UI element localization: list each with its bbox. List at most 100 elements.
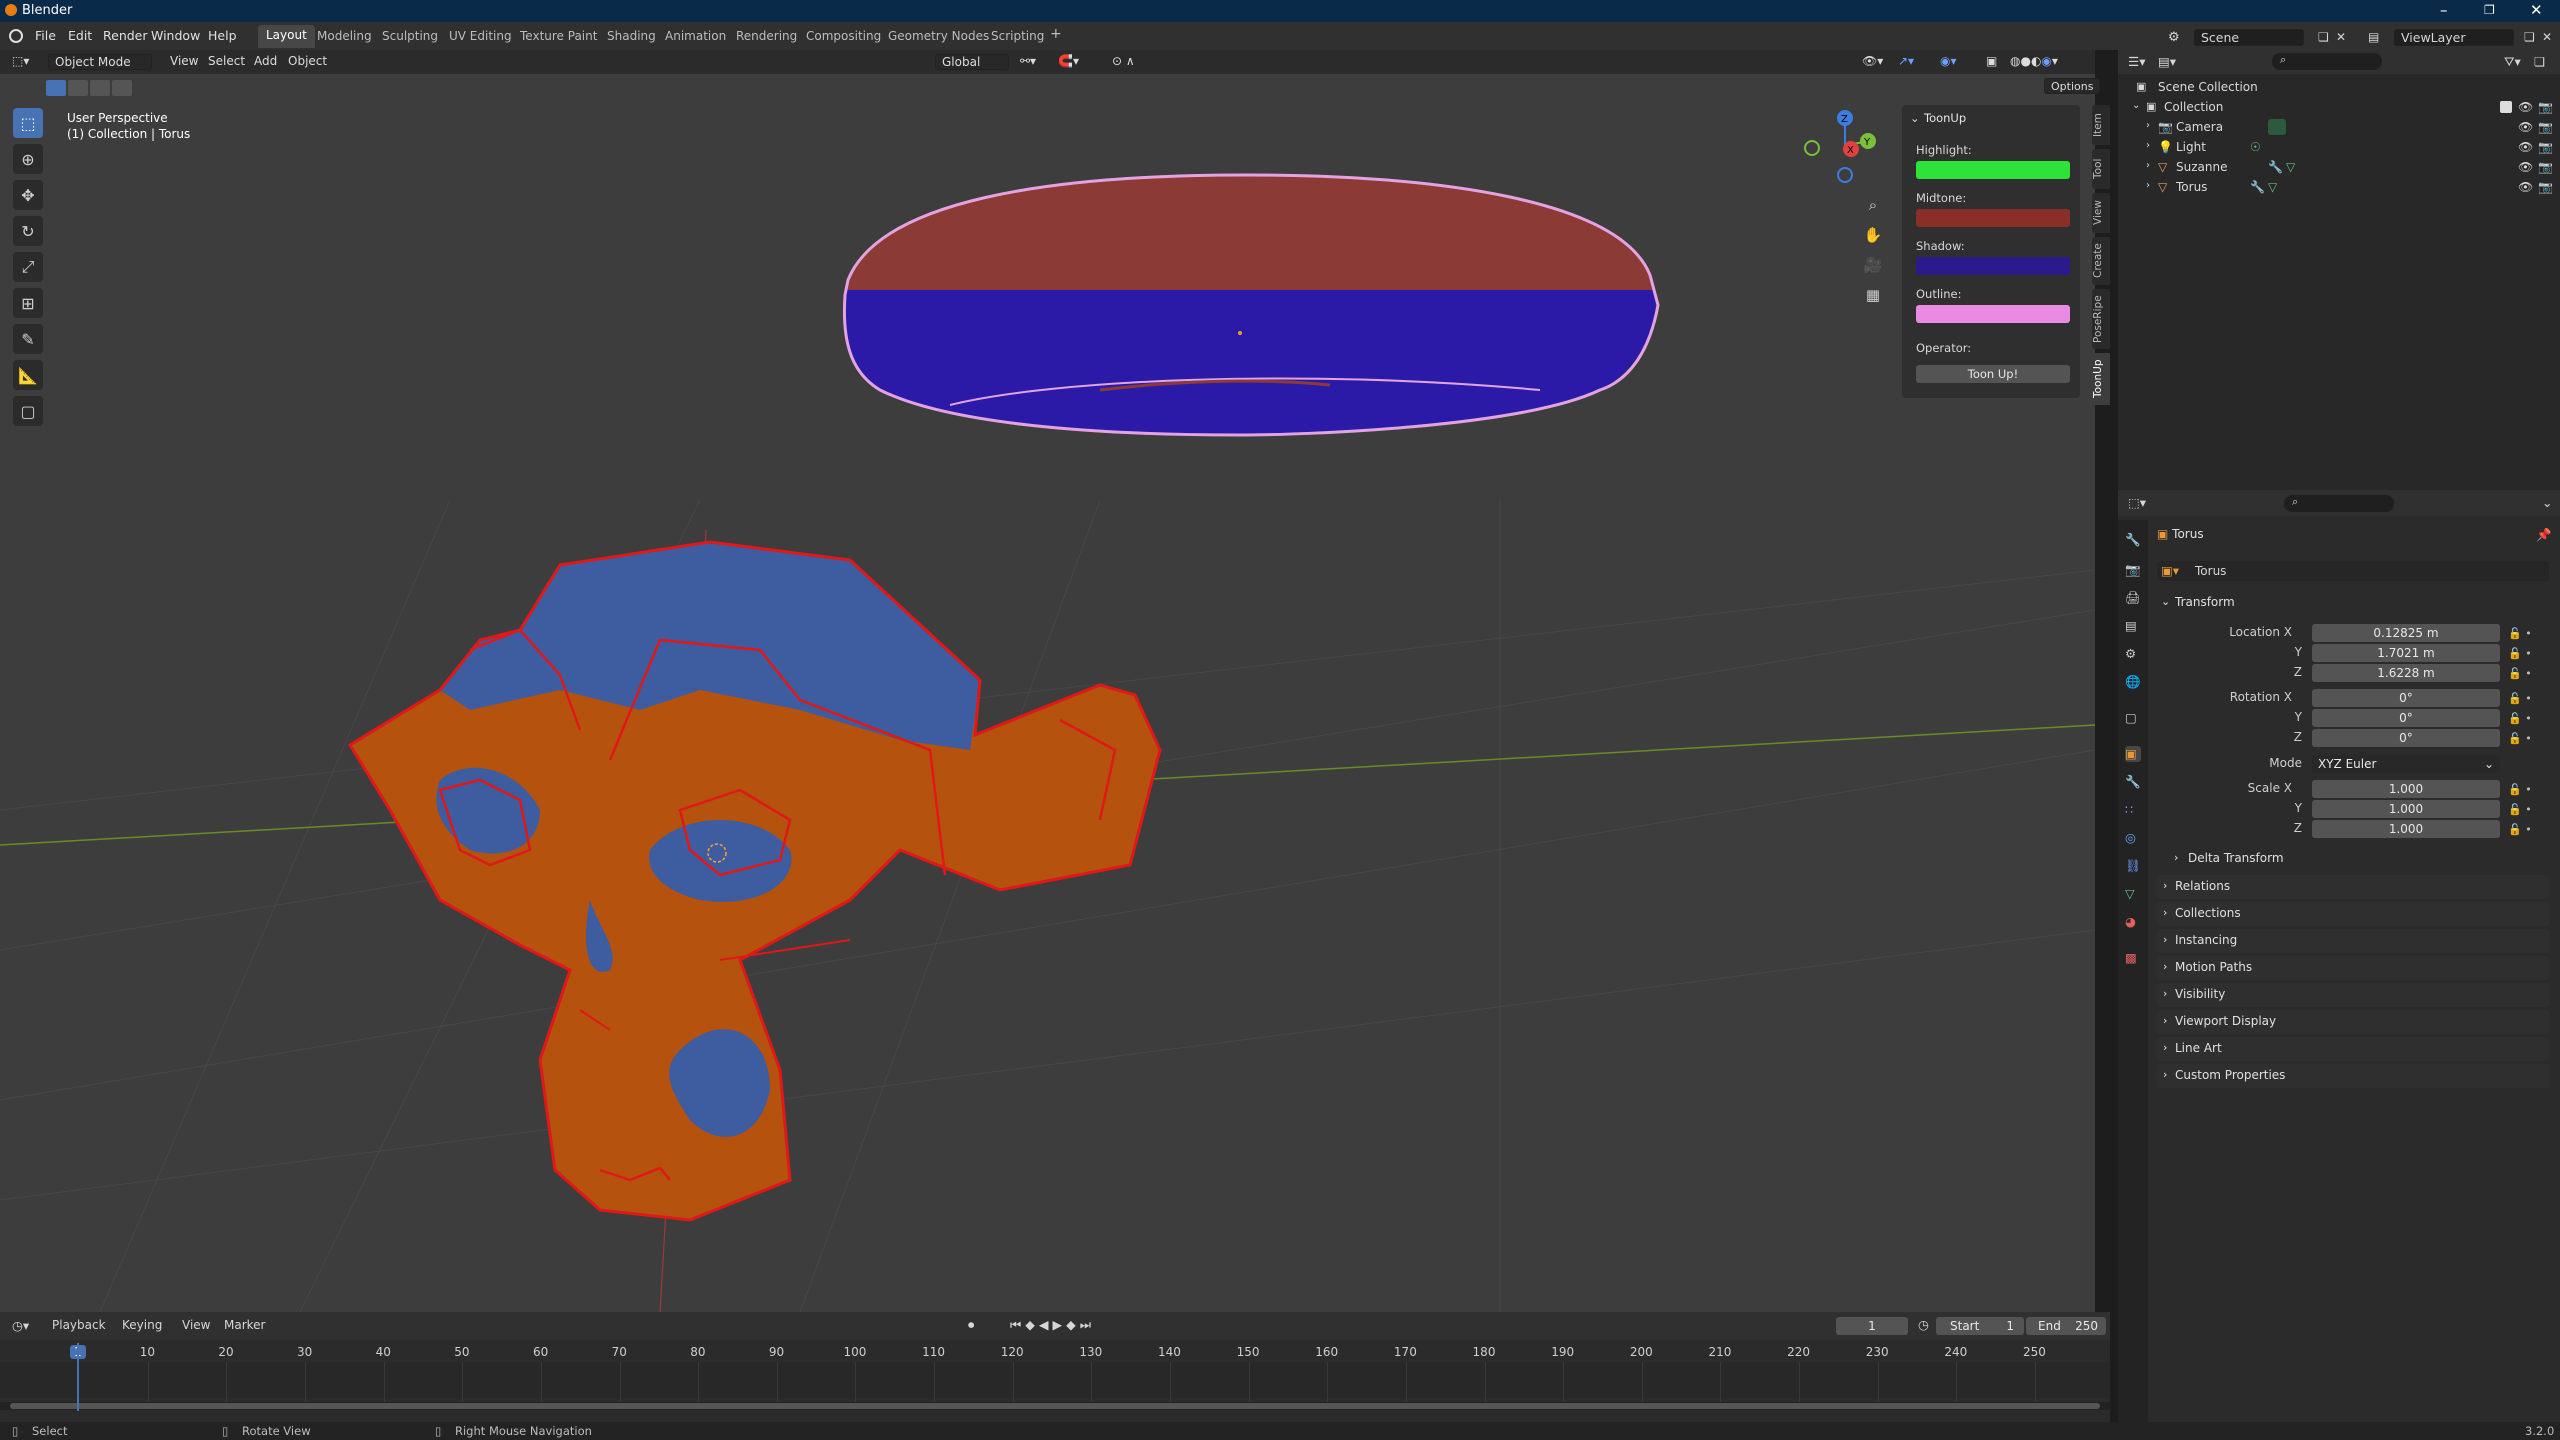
section-collections[interactable]: › Collections — [2157, 902, 2549, 926]
object-datablock-icon[interactable]: ▣▾ — [2161, 563, 2179, 578]
outline-color-swatch[interactable] — [1916, 305, 2070, 323]
rotation-x-field[interactable]: 0° — [2312, 689, 2500, 707]
pin-icon[interactable]: 📌 — [2536, 527, 2552, 543]
tab-rendering[interactable]: Rendering — [736, 29, 797, 43]
jump-end-icon[interactable]: ⏭ — [1080, 1317, 1095, 1332]
world-properties-icon[interactable]: 🌐 — [2125, 674, 2141, 690]
minimize-icon[interactable]: – — [2440, 1, 2448, 19]
menu-file[interactable]: File — [35, 28, 56, 43]
suzanne-render-icon[interactable]: 📷 — [2538, 160, 2553, 174]
filter-icon[interactable]: ⛛▾ — [2504, 54, 2521, 70]
start-frame-field[interactable]: Start 1 — [1936, 1317, 2024, 1335]
restore-icon[interactable]: ❐ — [2484, 3, 2495, 17]
rotation-z-field[interactable]: 0° — [2312, 729, 2500, 747]
new-scene-icon[interactable]: ❏ — [2318, 30, 2329, 44]
output-properties-icon[interactable]: 🖨 — [2125, 590, 2141, 606]
xray-icon[interactable]: ▣ — [1986, 54, 1997, 70]
viewport-menu-select[interactable]: Select — [208, 54, 245, 70]
proportional-edit-icon[interactable]: ⊙ ∧ — [1112, 54, 1135, 70]
menu-edit[interactable]: Edit — [68, 28, 92, 43]
scale-z-field[interactable]: 1.000 — [2312, 820, 2500, 838]
tab-geometry-nodes[interactable]: Geometry Nodes — [888, 29, 989, 43]
tab-animation[interactable]: Animation — [665, 29, 726, 43]
jump-start-icon[interactable]: ⏮ — [1010, 1317, 1025, 1332]
location-z-field[interactable]: 1.6228 m — [2312, 664, 2500, 682]
rotation-y-field[interactable]: 0° — [2312, 709, 2500, 727]
texture-properties-icon[interactable]: ▩ — [2125, 950, 2141, 966]
collection-checkbox[interactable] — [2500, 101, 2512, 113]
mode-selector[interactable]: Object Mode — [48, 54, 152, 70]
section-instancing[interactable]: › Instancing — [2157, 929, 2549, 953]
timeline-track-area[interactable] — [0, 1362, 2110, 1398]
section-custom-properties[interactable]: › Custom Properties — [2157, 1064, 2549, 1088]
delta-transform-section[interactable]: › Delta Transform — [2170, 847, 2549, 871]
object-name-field[interactable]: ▣▾ Torus — [2157, 561, 2549, 581]
move-tool-icon[interactable]: ✥ — [13, 180, 43, 210]
light-visibility-icon[interactable]: 👁 — [2518, 140, 2533, 154]
tab-tool[interactable]: Tool — [2092, 149, 2110, 189]
toonup-collapse-icon[interactable]: ⌄ — [1910, 111, 1920, 125]
options-button[interactable]: Options — [2044, 78, 2101, 94]
scale-x-lock-icon[interactable]: 🔓 • — [2508, 780, 2532, 800]
expand-torus-icon[interactable]: › — [2146, 180, 2150, 191]
zoom-icon[interactable]: ⌕ — [1862, 190, 1884, 220]
viewlayer-icon[interactable]: ▤ — [2368, 30, 2379, 44]
scale-y-field[interactable]: 1.000 — [2312, 800, 2500, 818]
tab-view[interactable]: View — [2092, 193, 2110, 233]
light-render-icon[interactable]: 📷 — [2538, 140, 2553, 154]
modifier-properties-icon[interactable]: 🔧 — [2125, 774, 2141, 790]
expand-light-icon[interactable]: › — [2146, 140, 2150, 151]
playhead[interactable] — [77, 1343, 79, 1411]
suzanne-object[interactable] — [347, 540, 1162, 1222]
suzanne-data-icon[interactable]: ▽ — [2286, 160, 2295, 174]
transform-orientation-selector[interactable]: Global — [935, 54, 1009, 70]
jump-keyframe-back-icon[interactable]: ◆ — [1025, 1317, 1039, 1332]
snap-icon[interactable]: 🧲▾ — [1058, 54, 1079, 70]
properties-search-input[interactable]: ⌕ — [2284, 495, 2394, 512]
menu-window[interactable]: Window — [151, 28, 200, 43]
midtone-color-swatch[interactable] — [1916, 209, 2070, 227]
scale-z-lock-icon[interactable]: 🔓 • — [2508, 820, 2532, 840]
outliner-row-scene-collection[interactable]: ▣ Scene Collection — [2118, 78, 2560, 98]
location-y-field[interactable]: 1.7021 m — [2312, 644, 2500, 662]
section-visibility[interactable]: › Visibility — [2157, 983, 2549, 1007]
gizmo-toggle-icon[interactable]: ↗▾ — [1898, 54, 1914, 70]
transform-section-header[interactable]: ⌄ Transform — [2157, 591, 2549, 615]
jump-keyframe-forward-icon[interactable]: ◆ — [1066, 1317, 1080, 1332]
timeline-editor-icon[interactable]: ◷▾ — [12, 1318, 29, 1333]
tab-create[interactable]: Create — [2092, 237, 2110, 285]
torus-render-icon[interactable]: 📷 — [2538, 180, 2553, 194]
pan-hand-icon[interactable]: ✋ — [1862, 220, 1884, 250]
outliner-search-input[interactable]: ⌕ — [2272, 53, 2382, 70]
tab-texture-paint[interactable]: Texture Paint — [520, 29, 597, 43]
blender-menu-icon[interactable] — [9, 29, 23, 43]
3d-viewport[interactable]: Z X Y ⌕ ✋ 🎥 ▦ User Perspective (1) Colle… — [0, 50, 2095, 1312]
annotate-tool-icon[interactable]: ✎ — [13, 324, 43, 354]
select-new-icon[interactable] — [46, 80, 66, 96]
tab-item[interactable]: Item — [2092, 105, 2110, 145]
collection-render-icon[interactable]: 📷 — [2538, 100, 2553, 114]
scene-selector[interactable]: Scene — [2194, 29, 2304, 46]
section-viewport-display[interactable]: › Viewport Display — [2157, 1010, 2549, 1034]
camera-view-icon[interactable]: 🎥 — [1862, 250, 1884, 280]
camera-render-icon[interactable]: 📷 — [2538, 120, 2553, 134]
tab-modeling[interactable]: Modeling — [317, 29, 372, 43]
add-cube-tool-icon[interactable]: ▢ — [13, 396, 43, 426]
rotate-tool-icon[interactable]: ↻ — [13, 216, 43, 246]
tab-scripting[interactable]: Scripting — [991, 29, 1044, 43]
rotation-x-lock-icon[interactable]: 🔓 • — [2508, 689, 2532, 709]
delete-viewlayer-icon[interactable]: ✕ — [2542, 30, 2552, 44]
render-properties-icon[interactable]: 📷 — [2125, 562, 2141, 578]
suzanne-visibility-icon[interactable]: 👁 — [2518, 160, 2533, 174]
expand-suzanne-icon[interactable]: › — [2146, 160, 2150, 171]
transform-tool-icon[interactable]: ⊞ — [13, 288, 43, 318]
viewport-menu-view[interactable]: View — [170, 54, 198, 70]
outliner-row-camera[interactable]: › 📷 Camera 👁 📷 — [2118, 118, 2560, 138]
data-properties-icon[interactable]: ▽ — [2125, 886, 2141, 902]
scale-tool-icon[interactable]: ⤢ — [13, 252, 43, 282]
tab-sculpting[interactable]: Sculpting — [382, 29, 438, 43]
outliner-row-collection[interactable]: ⌄ ▣ Collection 👁 📷 — [2118, 98, 2560, 118]
measure-tool-icon[interactable]: 📐 — [13, 360, 43, 390]
tab-compositing[interactable]: Compositing — [806, 29, 881, 43]
scale-y-lock-icon[interactable]: 🔓 • — [2508, 800, 2532, 820]
